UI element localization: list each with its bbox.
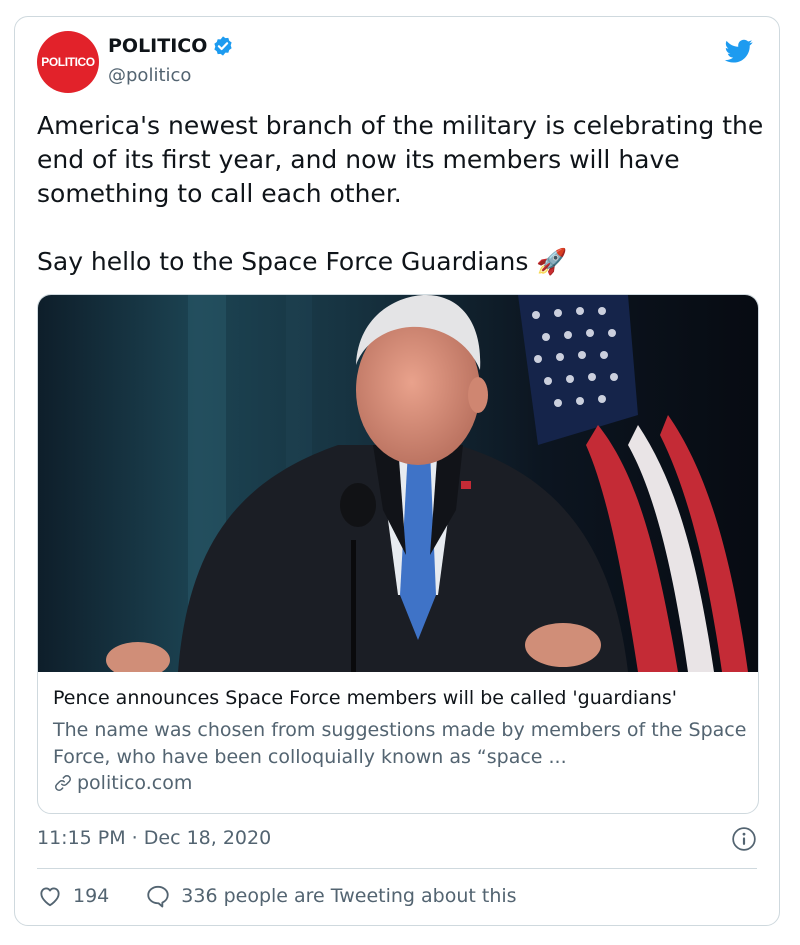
tweet-actions: 194 336 people are Tweeting about this xyxy=(37,883,517,909)
link-preview-card[interactable]: Pence announces Space Force members will… xyxy=(37,294,759,814)
heart-icon xyxy=(40,887,60,907)
article-photo xyxy=(38,295,758,672)
tweeting-about-label: 336 people are Tweeting about this xyxy=(181,885,517,907)
info-icon[interactable] xyxy=(731,826,757,852)
reply-bubble-icon xyxy=(147,885,169,908)
link-card-description: The name was chosen from suggestions mad… xyxy=(53,719,747,768)
author-name-row: POLITICO xyxy=(108,35,234,57)
link-icon xyxy=(55,775,71,791)
link-card-domain: politico.com xyxy=(77,772,193,794)
tweet-embed: POLITICO POLITICO @politico America's ne… xyxy=(14,16,780,926)
divider xyxy=(37,868,757,869)
like-button[interactable]: 194 xyxy=(37,883,109,909)
twitter-bird-icon[interactable] xyxy=(723,37,755,65)
link-card-domain-row: politico.com xyxy=(53,772,192,794)
author-handle[interactable]: @politico xyxy=(108,65,191,86)
avatar[interactable]: POLITICO xyxy=(37,31,99,93)
author-display-name[interactable]: POLITICO xyxy=(108,35,207,57)
avatar-logo-text: POLITICO xyxy=(41,55,95,69)
like-count: 194 xyxy=(73,885,110,907)
reply-button[interactable]: 336 people are Tweeting about this xyxy=(145,883,517,909)
tweet-timestamp[interactable]: 11:15 PM · Dec 18, 2020 xyxy=(37,827,271,849)
verified-badge-icon xyxy=(214,36,233,56)
link-card-title: Pence announces Space Force members will… xyxy=(53,687,678,709)
tweet-text: America's newest branch of the military … xyxy=(37,111,764,276)
